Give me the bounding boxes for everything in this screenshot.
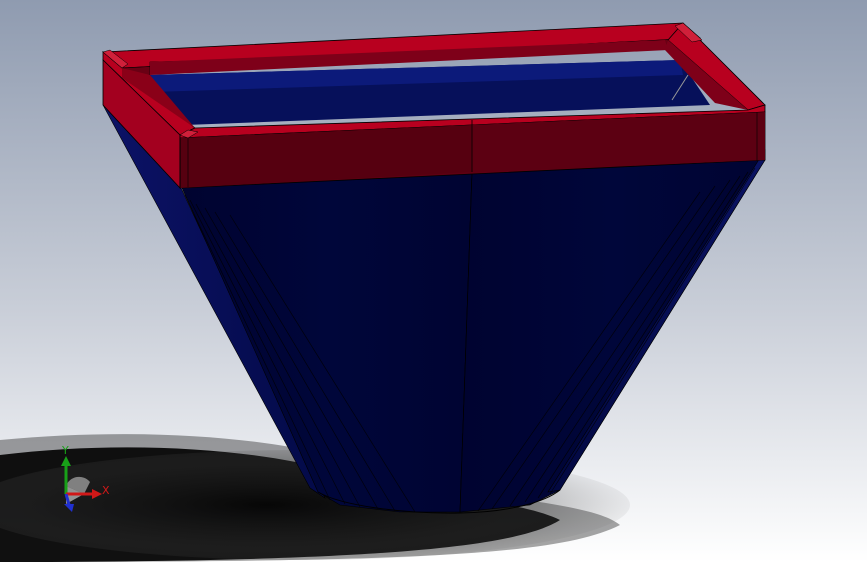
triad-x-arrow-icon (92, 489, 102, 499)
reference-triad: Y X (61, 444, 110, 512)
graphics-viewport[interactable]: Y X (0, 0, 867, 562)
triad-x-label: X (102, 484, 110, 497)
triad-y-arrow-icon (61, 456, 71, 466)
triad-z-arrow-icon (64, 504, 74, 512)
model-scene[interactable] (0, 0, 867, 562)
triad-y-label: Y (61, 444, 69, 457)
